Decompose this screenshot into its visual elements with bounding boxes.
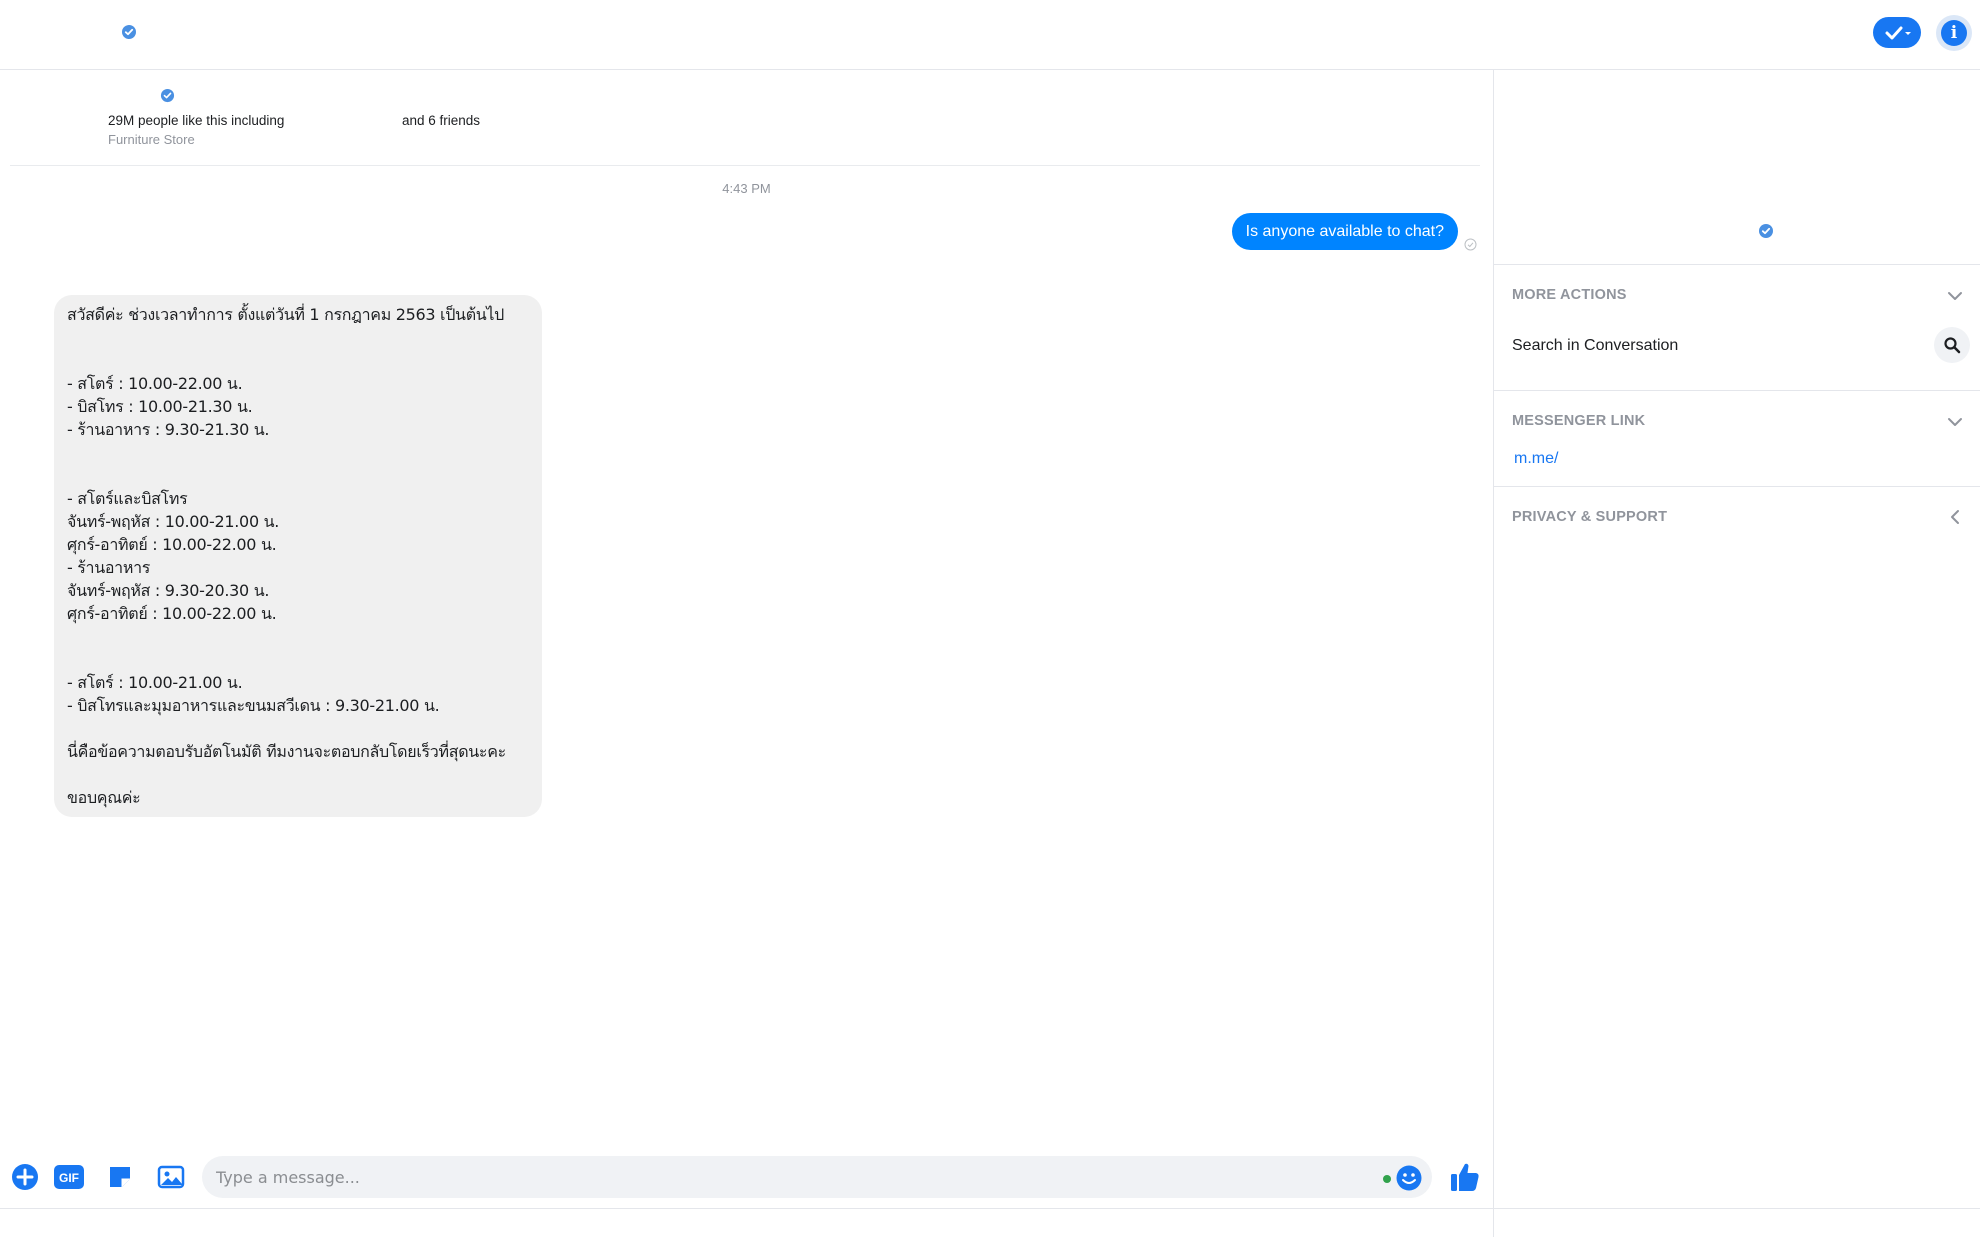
chevron-down-icon[interactable]	[1946, 413, 1964, 431]
message-line: จันทร์-พฤหัส : 10.00-21.00 น.	[67, 512, 280, 531]
search-icon	[1944, 337, 1961, 354]
chevron-down-icon[interactable]	[1946, 287, 1964, 305]
chevron-left-icon[interactable]	[1946, 508, 1964, 526]
gif-label: GIF	[59, 1171, 79, 1185]
page-likes-text: 29M people like this including	[108, 113, 285, 128]
checkmark-dropdown-icon	[1885, 26, 1911, 39]
outgoing-message-bubble[interactable]: Is anyone available to chat?	[1231, 213, 1458, 250]
sticker-icon	[110, 1167, 130, 1187]
message-line: สวัสดีค่ะ ช่วงเวลาทำการ ตั้งแต่วันที่ 1 …	[67, 305, 505, 324]
message-line	[67, 717, 528, 740]
message-line: ศุกร์-อาทิตย์ : 10.00-22.00 น.	[67, 535, 277, 554]
verified-badge-icon	[1759, 224, 1773, 238]
message-line	[67, 326, 528, 349]
thumbs-up-icon[interactable]	[1448, 1160, 1482, 1194]
info-icon: i	[1941, 20, 1967, 46]
message-line: ขอบคุณค่ะ	[67, 788, 141, 807]
verified-badge-icon	[122, 25, 136, 39]
messenger-link-section: MESSENGER LINK m.me/	[1494, 390, 1980, 486]
more-options-button[interactable]	[9, 1161, 41, 1193]
sticker-button[interactable]	[104, 1161, 136, 1193]
search-in-conversation-button[interactable]	[1934, 327, 1970, 363]
message-composer: GIF	[0, 1148, 1493, 1208]
conversation-info-button[interactable]: i	[1936, 15, 1972, 51]
message-line: ศุกร์-อาทิตย์ : 10.00-22.00 น.	[67, 604, 277, 623]
page-friends-text: and 6 friends	[402, 113, 481, 128]
privacy-support-title[interactable]: PRIVACY & SUPPORT	[1512, 509, 1667, 525]
search-in-conversation-label[interactable]: Search in Conversation	[1512, 337, 1678, 355]
conversation-status-toggle[interactable]	[1873, 17, 1921, 48]
more-actions-title[interactable]: MORE ACTIONS	[1512, 287, 1627, 303]
message-line	[67, 349, 528, 372]
conversation-header: i	[0, 0, 1980, 70]
message-line: - สโตร์ : 10.00-22.00 น.	[67, 374, 243, 393]
message-line: นี่คือข้อความตอบรับอัตโนมัติ ทีมงานจะตอบ…	[67, 742, 506, 761]
window-bottom-border	[0, 1208, 1980, 1209]
emoji-icon[interactable]	[1395, 1164, 1423, 1192]
message-line	[67, 441, 528, 464]
conversation-details-sidebar: MORE ACTIONS Search in Conversation MESS…	[1493, 70, 1980, 1237]
page-category: Furniture Store	[108, 132, 195, 147]
incoming-message-bubble[interactable]: สวัสดีค่ะ ช่วงเวลาทำการ ตั้งแต่วันที่ 1 …	[54, 295, 542, 817]
more-actions-section: MORE ACTIONS Search in Conversation	[1494, 264, 1980, 390]
message-line: - ร้านอาหาร	[67, 558, 151, 577]
page-info-card: 29M people like this including and 6 fri…	[10, 70, 1480, 166]
message-line	[67, 464, 528, 487]
verified-badge-icon	[160, 88, 175, 103]
message-line	[67, 625, 528, 648]
message-line: - บิสโทรและมุมอาหารและขนมสวีเดน : 9.30-2…	[67, 696, 440, 715]
message-line: - ร้านอาหาร : 9.30-21.30 น.	[67, 420, 270, 439]
online-status-dot	[1383, 1175, 1391, 1183]
photo-button[interactable]	[155, 1161, 187, 1193]
sent-status-icon	[1464, 238, 1477, 251]
message-line: - สโตร์และบิสโทร	[67, 489, 188, 508]
image-icon	[157, 1165, 185, 1189]
message-line: - สโตร์ : 10.00-21.00 น.	[67, 673, 243, 692]
message-line	[67, 648, 528, 671]
message-timestamp: 4:43 PM	[722, 181, 771, 196]
privacy-support-section: PRIVACY & SUPPORT	[1494, 486, 1980, 546]
gif-icon: GIF	[54, 1165, 84, 1189]
gif-button[interactable]: GIF	[53, 1161, 85, 1193]
message-line	[67, 763, 528, 786]
messenger-link[interactable]: m.me/	[1514, 450, 1558, 468]
chat-panel: 29M people like this including and 6 fri…	[0, 70, 1493, 1237]
plus-icon	[12, 1164, 38, 1190]
message-input[interactable]	[202, 1156, 1432, 1198]
message-line: - บิสโทร : 10.00-21.30 น.	[67, 397, 253, 416]
messenger-link-title[interactable]: MESSENGER LINK	[1512, 413, 1645, 429]
message-line: จันทร์-พฤหัส : 9.30-20.30 น.	[67, 581, 270, 600]
